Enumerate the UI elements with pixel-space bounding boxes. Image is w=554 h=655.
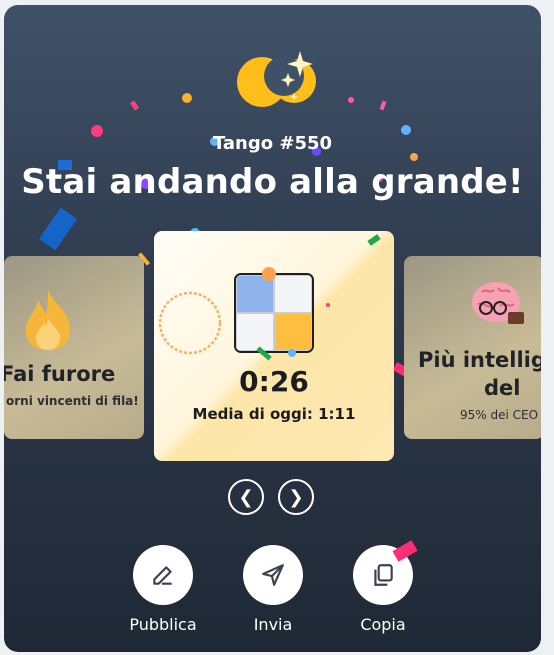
confetti [326,303,330,307]
board-cell [236,313,274,351]
streak-title: Fai furore [4,362,116,386]
brain-icon [472,282,524,324]
confetti [367,234,381,246]
tango-logo-icon [237,51,316,107]
send-button[interactable]: Invia [228,545,318,634]
result-card: Tango #550 Stai andando alla grande! Fai… [4,5,541,652]
board-cell [274,275,312,313]
chevron-left-icon: ❮ [238,486,254,508]
ceo-title-line2: del [484,376,521,400]
confetti [129,100,140,111]
send-icon [262,564,284,586]
copy-button[interactable]: Copia [338,545,428,634]
tango-board [234,273,314,353]
confetti [288,349,296,357]
solve-time: 0:26 [239,365,309,398]
publish-button[interactable]: Pubblica [118,545,208,634]
ceo-title: Più intellige [418,348,541,372]
time-card[interactable]: 0:26 Media di oggi: 1:11 [154,231,394,461]
carousel-prev-button[interactable]: ❮ [228,479,264,515]
chevron-right-icon: ❯ [288,486,304,508]
confetti [262,267,276,281]
edit-icon [153,566,172,585]
daily-average: Media di oggi: 1:11 [192,405,356,423]
send-icon-circle [243,545,303,605]
streak-subtitle: orni vincenti di fila! [6,394,139,408]
timer-ring-icon [158,291,222,355]
publish-icon-circle [133,545,193,605]
confetti [38,207,78,251]
copy-label: Copia [360,615,406,634]
copy-icon [374,564,393,586]
confetti [379,100,387,111]
flame-icon [26,290,70,350]
headline: Stai andando alla grande! [21,162,524,202]
publish-label: Pubblica [129,615,197,634]
carousel-next-button[interactable]: ❯ [278,479,314,515]
puzzle-title: Tango #550 [212,133,333,154]
confetti [410,153,418,161]
confetti [182,93,192,103]
ceo-subtitle: 95% dei CEO [460,408,539,422]
ceo-comparison-card[interactable]: Più intellige del 95% dei CEO [404,256,541,439]
confetti [348,97,354,103]
streak-card[interactable]: Fai furore orni vincenti di fila! [4,256,144,439]
send-label: Invia [253,615,293,634]
board-cell [274,313,312,351]
